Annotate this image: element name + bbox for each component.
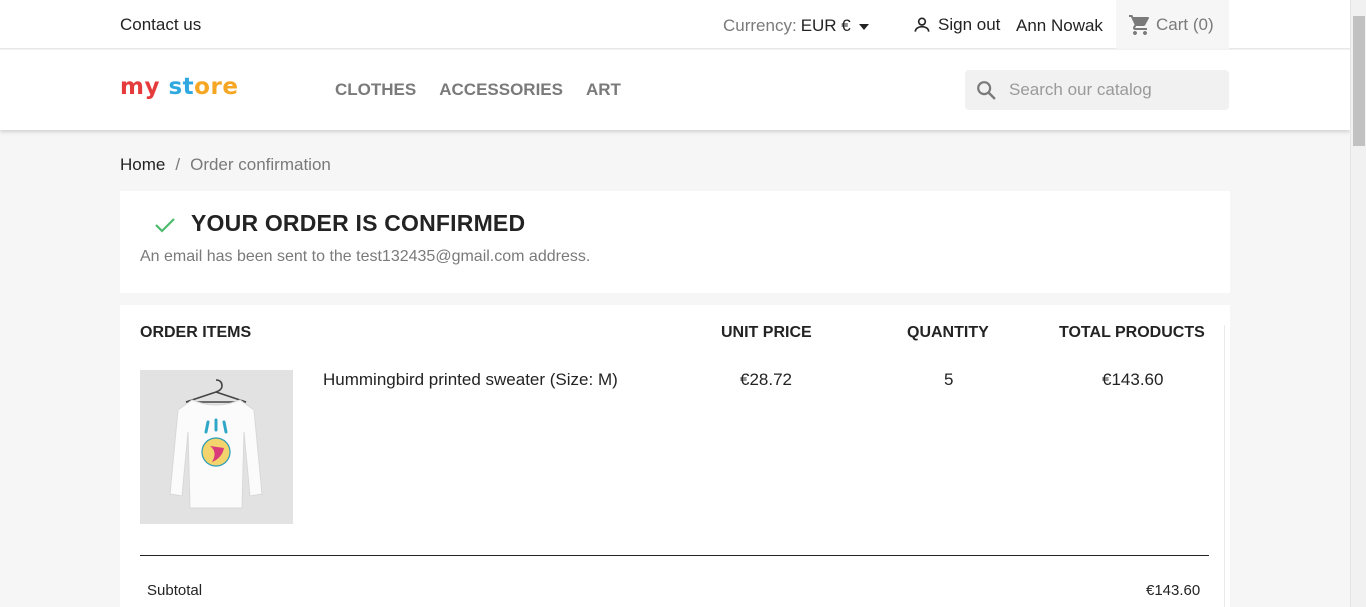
breadcrumb-home[interactable]: Home [120, 155, 165, 175]
user-icon [914, 17, 930, 32]
header-quantity: QUANTITY [907, 324, 989, 341]
unit-price-value: €28.72 [740, 370, 792, 389]
search-icon[interactable] [975, 79, 997, 101]
caret-down-icon [858, 23, 869, 30]
breadcrumb-current: Order confirmation [190, 155, 331, 174]
total-value: €143.60 [1102, 370, 1164, 389]
breadcrumb: Home / Order confirmation [120, 155, 331, 175]
subtotal-label: Subtotal [147, 582, 203, 599]
page-scrollbar[interactable] [1350, 0, 1366, 607]
search-box [965, 70, 1229, 110]
account-name-link[interactable]: Ann Nowak [1016, 16, 1103, 36]
main-menu: CLOTHES ACCESSORIES ART [335, 80, 621, 100]
header-order-items: ORDER ITEMS [140, 324, 252, 341]
page-title: YOUR ORDER IS CONFIRMED [191, 210, 526, 236]
table-divider [140, 555, 1209, 556]
sign-out-link[interactable]: Sign out [912, 15, 1000, 35]
currency-label: Currency: [723, 16, 797, 35]
top-nav: Contact us Currency: EUR € Sign out Ann … [0, 0, 1350, 49]
subtotal-value: €143.60 [1146, 582, 1201, 599]
main-header: my store CLOTHES ACCESSORIES ART [0, 50, 1350, 130]
currency-value: EUR € [800, 16, 851, 35]
menu-item-art[interactable]: ART [586, 80, 621, 100]
product-image [140, 370, 293, 524]
check-icon [155, 218, 175, 233]
page: Contact us Currency: EUR € Sign out Ann … [0, 0, 1350, 607]
search-input[interactable] [1009, 80, 1219, 100]
cart-icon [1129, 14, 1149, 35]
header-unit-price: UNIT PRICE [721, 324, 812, 341]
product-name-link[interactable]: Hummingbird printed sweater (Size: M) [323, 370, 618, 390]
sweater-image [140, 370, 293, 524]
currency-selector[interactable]: Currency: EUR € [723, 16, 869, 36]
menu-item-clothes[interactable]: CLOTHES [335, 80, 416, 100]
store-logo[interactable]: my store [120, 74, 238, 100]
order-items-card: ORDER ITEMS UNIT PRICE QUANTITY TOTAL PR… [120, 305, 1230, 607]
scrollbar-thumb[interactable] [1353, 16, 1365, 146]
header-total-products: TOTAL PRODUCTS [1059, 324, 1205, 341]
confirmation-message: An email has been sent to the test132435… [140, 248, 591, 265]
contact-us-link[interactable]: Contact us [120, 15, 201, 35]
breadcrumb-separator: / [175, 155, 181, 174]
quantity-value: 5 [944, 370, 954, 389]
cart-button[interactable]: Cart (0) [1116, 0, 1229, 49]
cart-label: Cart (0) [1156, 14, 1214, 34]
order-confirmation-card: YOUR ORDER IS CONFIRMED An email has bee… [120, 191, 1230, 293]
column-divider [1224, 325, 1225, 607]
menu-item-accessories[interactable]: ACCESSORIES [439, 80, 563, 100]
sign-out-label: Sign out [938, 15, 1001, 34]
